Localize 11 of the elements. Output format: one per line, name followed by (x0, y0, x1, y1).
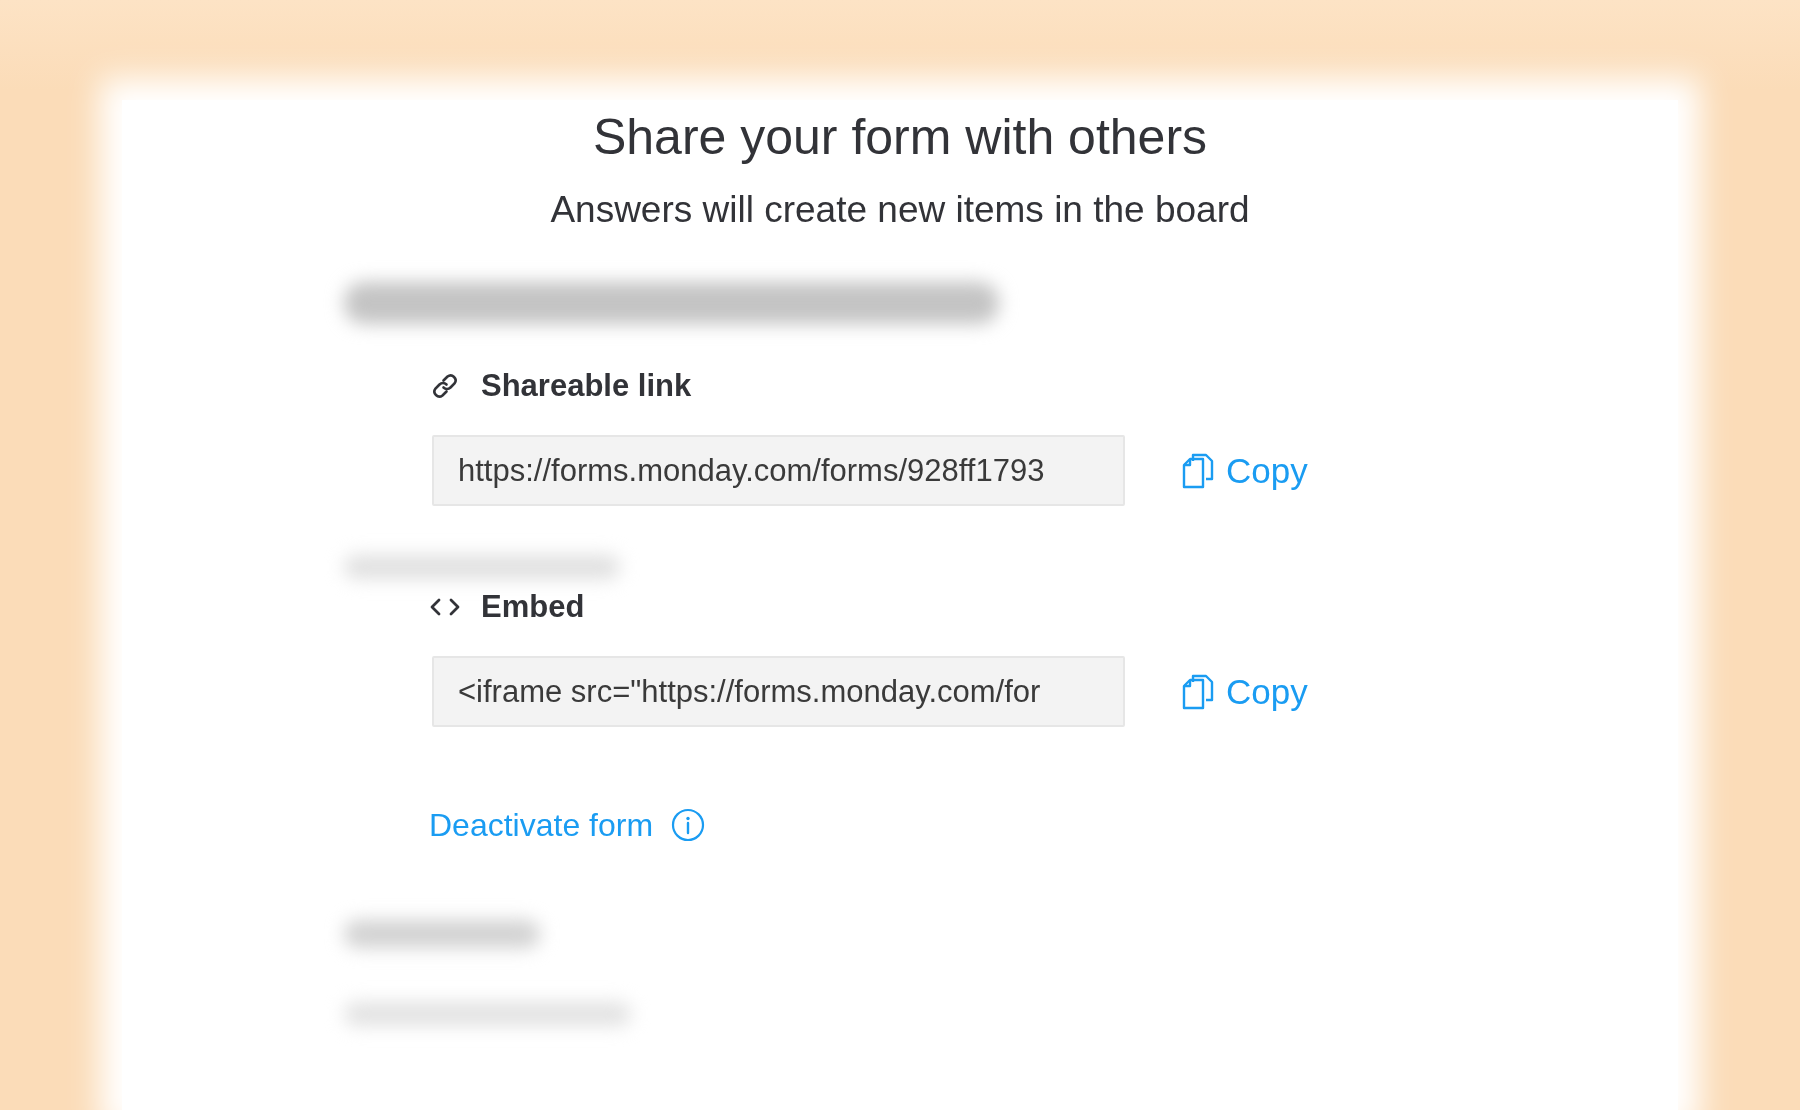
section-heading: Embed (481, 588, 585, 626)
info-icon[interactable] (671, 808, 706, 842)
section-heading: Shareable link (481, 367, 692, 405)
dialog-subtitle: Answers will create new items in the board (550, 188, 1250, 232)
copy-button[interactable]: Copy (1179, 670, 1308, 713)
embed-code-field[interactable]: <iframe src="https://forms.monday.com/for (432, 656, 1125, 727)
deactivate-form-link[interactable]: Deactivate form (429, 805, 654, 845)
dialog-title: Share your form with others (592, 108, 1208, 167)
code-icon (429, 596, 461, 618)
url-field[interactable]: https://forms.monday.com/forms/928ff1793 (432, 435, 1125, 506)
copy-button[interactable]: Copy (1179, 449, 1308, 492)
